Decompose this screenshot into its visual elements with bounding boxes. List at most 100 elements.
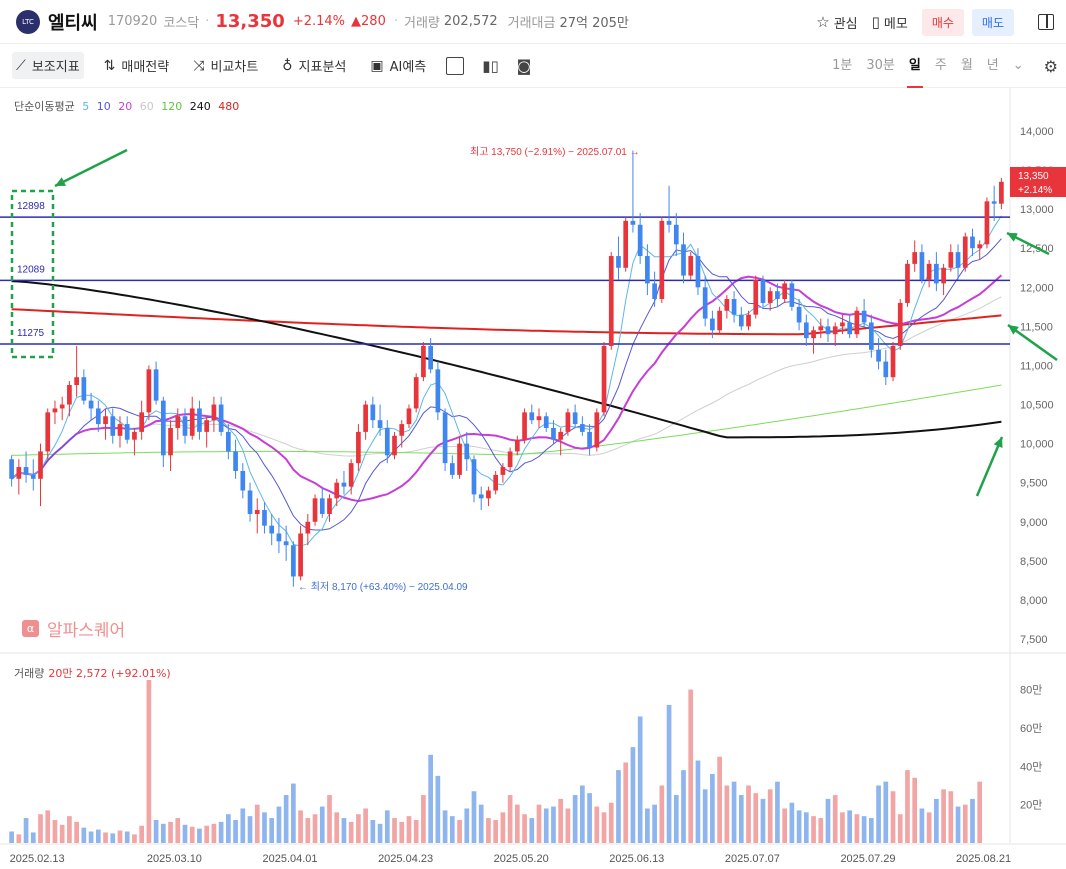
volume-bar (486, 818, 491, 843)
candle-body (493, 474, 499, 491)
volume-bar (890, 791, 896, 843)
volume-bar (442, 810, 448, 843)
horizontal-line-label: 12898 (17, 201, 45, 212)
volume-bar (594, 806, 600, 843)
volume-bar (291, 783, 296, 843)
y-tick-label: 9,000 (1020, 517, 1048, 529)
volume-bar (616, 770, 621, 843)
candle-body (803, 322, 809, 339)
volume-bar (262, 812, 267, 843)
candle-body (926, 263, 932, 280)
y-tick-label: 13,000 (1020, 204, 1054, 216)
candle-body (695, 256, 701, 288)
x-tick-label: 2025.02.13 (10, 853, 65, 865)
volume-bar (753, 793, 759, 843)
candle-body (514, 439, 520, 452)
candle-body (305, 521, 311, 534)
volume-bar (868, 818, 874, 843)
candle-body (319, 498, 325, 514)
candle-body (291, 545, 296, 577)
volume-bar (110, 833, 116, 843)
volume-bar (363, 808, 368, 843)
volume-bar (319, 806, 325, 843)
ma-legend-20: 20 (118, 100, 133, 113)
candle-body (175, 416, 181, 428)
candle-body (507, 451, 513, 468)
volume-bar (811, 816, 816, 843)
volume-bar (464, 808, 470, 843)
volume-bar (240, 808, 246, 843)
volume-bar (803, 812, 809, 843)
volume-bar (760, 798, 766, 843)
volume-tick-label: 40만 (1020, 760, 1042, 773)
y-tick-label: 11,500 (1020, 321, 1053, 333)
volume-bar (312, 814, 318, 843)
candle-body (970, 236, 975, 249)
volume-bar (970, 798, 975, 843)
y-tick-label: 10,000 (1020, 439, 1054, 451)
candle-body (702, 287, 708, 319)
volume-bar (818, 818, 824, 843)
candle-body (38, 451, 43, 479)
volume-bar (139, 825, 145, 843)
price-chart[interactable]: 14,00013,50013,00012,50012,00011,50011,0… (0, 0, 1066, 869)
volume-bar (399, 821, 405, 843)
candle-body (529, 412, 535, 421)
candle-body (883, 361, 889, 378)
candle-body (204, 420, 210, 432)
low-annotation: ← 최저 8,170 (+63.40%) − 2025.04.09 (298, 581, 468, 593)
candle-body (276, 533, 282, 542)
candle-body (189, 408, 195, 436)
candle-body (363, 404, 368, 432)
high-annotation: 최고 13,750 (−2.91%) − 2025.07.01 → (470, 146, 640, 158)
candle-body (435, 369, 441, 413)
candle-body (616, 256, 621, 268)
volume-bar (59, 824, 65, 843)
volume-bar (38, 814, 43, 843)
candle-body (681, 244, 686, 276)
candle-body (840, 322, 845, 327)
candle-body (298, 533, 303, 577)
candle-body (52, 408, 58, 413)
volume-bar (189, 826, 195, 843)
volume-bar (356, 814, 361, 843)
candle-body (67, 385, 72, 405)
horizontal-line-label: 11275 (17, 328, 45, 339)
volume-bar (565, 808, 571, 843)
volume-bar (348, 821, 354, 843)
volume-bar (298, 810, 303, 843)
volume-bar (580, 785, 585, 843)
arrow-top-left (54, 148, 128, 188)
candle-body (731, 299, 737, 315)
candle-body (59, 404, 65, 409)
volume-bar (81, 827, 87, 843)
volume-bar (630, 747, 636, 843)
candle-body (124, 424, 130, 440)
ma-legend-240: 240 (189, 100, 211, 113)
candle-body (905, 263, 910, 303)
y-tick-label: 9,500 (1020, 478, 1048, 490)
volume-bar (124, 831, 130, 843)
volume-bar (341, 818, 347, 843)
volume-tick-label: 20만 (1020, 799, 1042, 812)
volume-bar (168, 821, 173, 843)
volume-bar (702, 789, 708, 843)
candle-body (211, 404, 217, 421)
volume-bar (941, 789, 946, 843)
volume-bar (30, 832, 36, 843)
candle-body (688, 256, 694, 276)
volume-bar (305, 818, 311, 843)
candle-body (442, 412, 448, 464)
candle-body (377, 420, 383, 428)
volume-bar (912, 777, 918, 843)
volume-bar (558, 798, 564, 843)
volume-bar (175, 818, 181, 843)
candle-body (580, 424, 585, 432)
candle-body (30, 474, 36, 479)
candle-body (999, 181, 1004, 204)
volume-bar (478, 804, 484, 843)
watermark-text: 알파스퀘어 (47, 621, 126, 641)
x-tick-label: 2025.08.21 (956, 853, 1011, 865)
ma-legend-label: 단순이동평균 (14, 100, 75, 113)
ma20-line (10, 274, 1003, 503)
